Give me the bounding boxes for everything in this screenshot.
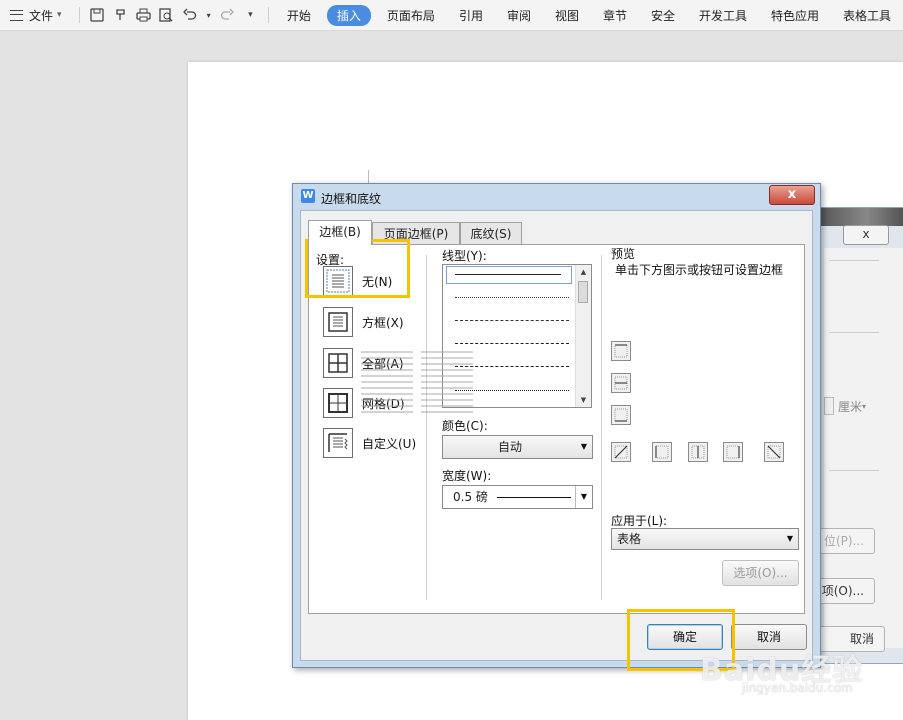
menu-view[interactable]: 视图	[547, 5, 587, 26]
watermark-url: jingyan.baidu.com	[742, 681, 853, 695]
redo-icon[interactable]	[220, 7, 235, 23]
dialog-title-bar[interactable]: W 边框和底纹 x	[293, 184, 820, 210]
customize-toolbar-icon[interactable]: ▾	[243, 7, 258, 23]
borders-tab-panel: 设置: 无(N) 方框(X) 全部(A) 网格(D) 自定义(U) 线型(Y):…	[305, 239, 805, 614]
background-dialog-close-button[interactable]: x	[843, 225, 889, 245]
wps-logo-icon: W	[301, 189, 315, 203]
menu-review[interactable]: 审阅	[499, 5, 539, 26]
border-horizontal-button[interactable]	[611, 373, 631, 393]
format-painter-icon[interactable]	[113, 7, 128, 23]
background-dialog-body: 厘米 ▾ 位(P)... 项(O)... 取消	[819, 248, 903, 652]
print-preview-icon[interactable]	[159, 7, 174, 23]
border-custom-icon	[323, 428, 353, 458]
color-label: 颜色(C):	[442, 419, 488, 433]
setting-custom[interactable]: 自定义(U)	[323, 428, 416, 458]
scroll-down-icon[interactable]: ▼	[576, 393, 591, 407]
line-style-dashed[interactable]	[455, 343, 569, 345]
width-value: 0.5 磅	[453, 490, 488, 504]
menu-references[interactable]: 引用	[451, 5, 491, 26]
setting-custom-label: 自定义(U)	[362, 436, 417, 451]
chevron-down-icon: ▼	[786, 534, 794, 543]
border-diagonal-up-button[interactable]	[611, 442, 631, 462]
setting-box[interactable]: 方框(X)	[323, 307, 404, 337]
setting-box-label: 方框(X)	[362, 315, 404, 330]
width-line-sample	[497, 497, 571, 498]
tab-shading[interactable]: 底纹(S)	[460, 222, 522, 244]
text-cursor	[368, 170, 369, 184]
width-select[interactable]: 0.5 磅 ▼	[442, 485, 593, 509]
toolbar-divider	[267, 7, 269, 23]
dialog-body: 边框(B) 页面边框(P) 底纹(S) 设置: 无(N) 方框(X) 全部(A)…	[300, 210, 813, 661]
border-diagonal-down-button[interactable]	[764, 442, 784, 462]
apply-to-label: 应用于(L):	[611, 514, 668, 528]
chevron-down-icon: ▼	[580, 442, 588, 451]
border-right-button[interactable]	[723, 442, 743, 462]
scroll-up-icon[interactable]: ▲	[576, 265, 591, 279]
divider	[829, 260, 879, 261]
divider	[829, 332, 879, 333]
background-dialog-image	[819, 208, 903, 226]
toolbar-divider	[78, 7, 80, 23]
chevron-down-icon: ▾	[862, 401, 867, 411]
line-style-dotted[interactable]	[455, 297, 569, 299]
ribbon-toolbar: 文件 ▾ ▾ ▾ 开始 插入 页面布局 引用 审阅 视图 章节 安全 开发工具 …	[0, 0, 903, 31]
save-icon[interactable]	[90, 7, 105, 23]
line-style-dashed-small[interactable]	[455, 320, 569, 322]
file-menu-label: 文件	[29, 8, 54, 23]
menu-security[interactable]: 安全	[643, 5, 683, 26]
close-button[interactable]: x	[769, 185, 815, 205]
undo-dropdown-icon[interactable]: ▾	[206, 7, 212, 23]
menu-page-layout[interactable]: 页面布局	[379, 5, 443, 26]
preview-hint: 单击下方图示或按钮可设置边框	[615, 263, 784, 277]
border-top-button[interactable]	[611, 341, 631, 361]
chevron-down-icon: ▼	[575, 486, 592, 508]
border-grid-icon	[323, 388, 353, 418]
undo-icon[interactable]	[183, 7, 198, 23]
divider	[426, 255, 427, 600]
apply-to-value: 表格	[617, 532, 642, 546]
width-label: 宽度(W):	[442, 469, 492, 483]
line-style-label: 线型(Y):	[442, 249, 487, 263]
border-box-icon	[323, 307, 353, 337]
scroll-thumb[interactable]	[578, 281, 588, 303]
options-button[interactable]: 选项(O)...	[722, 560, 799, 586]
chevron-down-icon: ▾	[57, 10, 62, 20]
divider	[829, 470, 879, 471]
preview-label: 预览	[611, 247, 636, 261]
menu-developer-tools[interactable]: 开发工具	[691, 5, 755, 26]
border-vertical-button[interactable]	[688, 442, 708, 462]
line-style-solid[interactable]	[446, 266, 572, 284]
border-bottom-button[interactable]	[611, 405, 631, 425]
spinner-icon[interactable]	[824, 397, 834, 415]
border-left-button[interactable]	[652, 442, 672, 462]
background-dialog: x 厘米 ▾ 位(P)... 项(O)... 取消	[818, 207, 903, 664]
apply-to-select[interactable]: 表格 ▼	[611, 528, 799, 550]
color-value: 自动	[497, 440, 522, 454]
hamburger-icon	[10, 9, 23, 21]
unit-label: 厘米	[838, 399, 863, 414]
menu-start[interactable]: 开始	[279, 5, 319, 26]
dialog-title: 边框和底纹	[321, 192, 382, 206]
file-menu-button[interactable]: 文件 ▾	[0, 7, 73, 24]
highlight-box	[305, 239, 410, 298]
menu-special-apps[interactable]: 特色应用	[763, 5, 827, 26]
borders-and-shading-dialog: W 边框和底纹 x 边框(B) 页面边框(P) 底纹(S) 设置: 无(N) 方…	[292, 183, 821, 668]
print-icon[interactable]	[136, 7, 151, 23]
border-all-icon	[323, 348, 353, 378]
position-button[interactable]: 位(P)...	[819, 528, 875, 554]
menu-table-tools[interactable]: 表格工具	[835, 5, 899, 26]
options-button[interactable]: 项(O)...	[819, 578, 875, 604]
color-select[interactable]: 自动 ▼	[442, 435, 593, 459]
preview-area[interactable]	[361, 350, 473, 416]
menu-chapter[interactable]: 章节	[595, 5, 635, 26]
unit-spinner[interactable]: 厘米 ▾	[824, 397, 866, 415]
line-style-scrollbar[interactable]: ▲ ▼	[575, 265, 591, 407]
tab-borders[interactable]: 边框(B)	[308, 220, 372, 245]
menu-insert[interactable]: 插入	[326, 4, 371, 26]
divider	[601, 255, 602, 600]
